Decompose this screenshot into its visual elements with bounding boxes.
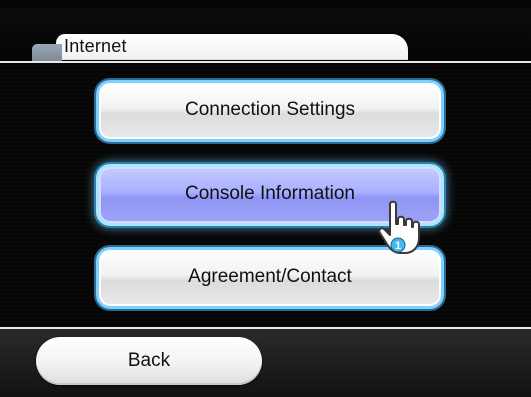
connection-settings-label: Connection Settings xyxy=(184,99,356,120)
back-label: Back xyxy=(127,350,171,371)
console-information-label: Console Information xyxy=(184,183,356,204)
wii-internet-settings-screen: Internet Connection Settings Console Inf… xyxy=(0,0,531,397)
page-title: Internet xyxy=(64,36,127,56)
player-number-badge: 1 xyxy=(395,240,401,252)
folder-tab-icon xyxy=(32,44,62,62)
connection-settings-button[interactable]: Connection Settings xyxy=(96,80,444,142)
hand-pointer-icon: 1 xyxy=(378,200,420,254)
back-button[interactable]: Back xyxy=(36,337,262,385)
agreement-contact-label: Agreement/Contact xyxy=(188,266,352,287)
